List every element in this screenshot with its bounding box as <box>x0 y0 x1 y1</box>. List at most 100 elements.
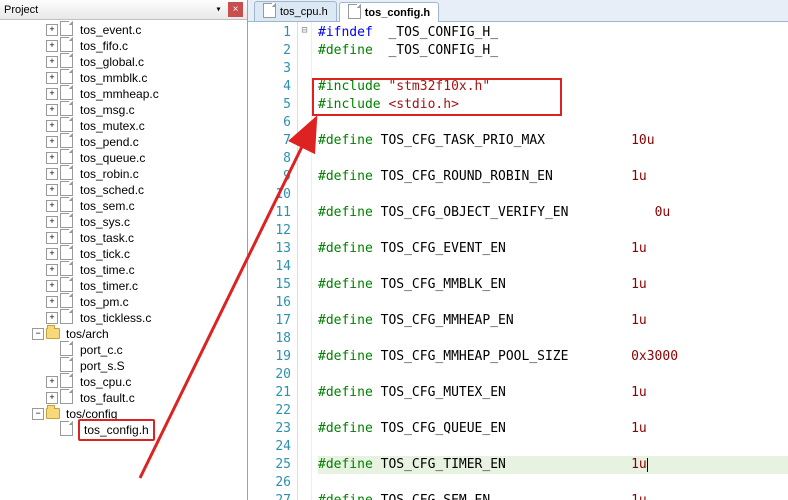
tree-file[interactable]: +tos_pend.c <box>0 134 247 150</box>
code-line[interactable]: #define TOS_CFG_TIMER_EN 1u <box>318 456 788 474</box>
expand-icon[interactable]: + <box>46 376 58 388</box>
tree-file[interactable]: +tos_global.c <box>0 54 247 70</box>
tree-file[interactable]: port_s.S <box>0 358 247 374</box>
tree-file[interactable]: +tos_event.c <box>0 22 247 38</box>
tree-file[interactable]: +tos_fifo.c <box>0 38 247 54</box>
tree-file[interactable]: +tos_mutex.c <box>0 118 247 134</box>
folder-icon <box>46 408 60 419</box>
expand-icon[interactable]: + <box>46 136 58 148</box>
code-line[interactable]: #define TOS_CFG_TASK_PRIO_MAX 10u <box>318 132 788 150</box>
code-line[interactable] <box>318 294 788 312</box>
tree-file[interactable]: + tos_timer.c <box>0 278 247 294</box>
file-icon <box>60 357 73 372</box>
code-line[interactable] <box>318 186 788 204</box>
tree-file[interactable]: +tos_task.c <box>0 230 247 246</box>
code-token: 1u <box>631 277 647 292</box>
code-line[interactable] <box>318 150 788 168</box>
code-line[interactable] <box>318 60 788 78</box>
fold-spacer <box>298 148 311 166</box>
close-icon[interactable]: × <box>228 2 243 17</box>
expand-icon[interactable]: + <box>46 280 58 292</box>
code-line[interactable] <box>318 258 788 276</box>
expand-icon[interactable]: + <box>46 312 58 324</box>
expand-icon[interactable]: + <box>46 248 58 260</box>
expand-icon[interactable]: + <box>46 152 58 164</box>
code-line[interactable]: #define TOS_CFG_EVENT_EN 1u <box>318 240 788 258</box>
expand-icon[interactable]: + <box>46 296 58 308</box>
code-line[interactable] <box>318 330 788 348</box>
expand-icon[interactable]: + <box>46 392 58 404</box>
expand-icon[interactable]: + <box>46 56 58 68</box>
pin-icon[interactable]: ▾ <box>211 2 226 17</box>
tree-file[interactable]: +tos_mmheap.c <box>0 86 247 102</box>
code-body[interactable]: #ifndef _TOS_CONFIG_H_#define _TOS_CONFI… <box>312 22 788 500</box>
code-line[interactable]: #define TOS_CFG_SEM_EN 1u <box>318 492 788 500</box>
fold-spacer <box>298 364 311 382</box>
code-line[interactable]: #define TOS_CFG_OBJECT_VERIFY_EN 0u <box>318 204 788 222</box>
expand-icon[interactable]: + <box>46 264 58 276</box>
tree-file[interactable]: +tos_sched.c <box>0 182 247 198</box>
tree-item-label: tos_timer.c <box>78 278 140 294</box>
code-editor[interactable]: 1234567891011121314151617181920212223242… <box>248 22 788 500</box>
code-token: TOS_CFG_EVENT_EN <box>373 241 631 256</box>
code-token: _TOS_CONFIG_H_ <box>373 43 498 58</box>
expand-icon[interactable]: + <box>46 104 58 116</box>
expand-icon[interactable]: + <box>46 216 58 228</box>
collapse-icon[interactable]: − <box>32 328 44 340</box>
code-line[interactable] <box>318 222 788 240</box>
code-line[interactable]: #define TOS_CFG_ROUND_ROBIN_EN 1u <box>318 168 788 186</box>
tree-file[interactable]: +tos_sys.c <box>0 214 247 230</box>
collapse-icon[interactable]: − <box>32 408 44 420</box>
tree-file[interactable]: + tos_msg.c <box>0 102 247 118</box>
expand-icon[interactable]: + <box>46 184 58 196</box>
code-line[interactable]: #define _TOS_CONFIG_H_ <box>318 42 788 60</box>
tree-file[interactable]: +tos_sem.c <box>0 198 247 214</box>
file-icon <box>60 389 73 404</box>
tree-file[interactable]: +tos_tick.c <box>0 246 247 262</box>
expand-icon[interactable]: + <box>46 40 58 52</box>
expand-icon[interactable]: + <box>46 200 58 212</box>
code-line[interactable] <box>318 402 788 420</box>
file-icon <box>60 293 73 308</box>
code-line[interactable]: #include <stdio.h> <box>318 96 788 114</box>
fold-spacer <box>298 400 311 418</box>
tree-file[interactable]: +tos_mmblk.c <box>0 70 247 86</box>
code-token: 1u <box>631 169 647 184</box>
project-tree[interactable]: +tos_event.c+tos_fifo.c+tos_global.c+tos… <box>0 20 247 500</box>
expand-icon[interactable]: + <box>46 72 58 84</box>
code-line[interactable]: #include "stm32f10x.h" <box>318 78 788 96</box>
code-line[interactable] <box>318 114 788 132</box>
fold-spacer <box>298 130 311 148</box>
tree-folder[interactable]: −tos/arch <box>0 326 247 342</box>
code-line[interactable]: #define TOS_CFG_MMBLK_EN 1u <box>318 276 788 294</box>
editor-tab[interactable]: tos_cpu.h <box>254 1 337 21</box>
code-line[interactable] <box>318 366 788 384</box>
tree-file[interactable]: + tos_cpu.c <box>0 374 247 390</box>
tree-file[interactable]: port_c.c <box>0 342 247 358</box>
expand-icon[interactable]: + <box>46 88 58 100</box>
expand-icon[interactable]: + <box>46 24 58 36</box>
expand-icon[interactable]: + <box>46 168 58 180</box>
code-line[interactable]: #define TOS_CFG_QUEUE_EN 1u <box>318 420 788 438</box>
line-number: 6 <box>248 114 291 132</box>
tree-file[interactable]: +tos_robin.c <box>0 166 247 182</box>
tree-file[interactable]: +tos_tickless.c <box>0 310 247 326</box>
editor-tab[interactable]: tos_config.h <box>339 2 439 22</box>
code-line[interactable]: #define TOS_CFG_MUTEX_EN 1u <box>318 384 788 402</box>
code-line[interactable] <box>318 438 788 456</box>
expand-icon[interactable]: + <box>46 120 58 132</box>
code-line[interactable]: #define TOS_CFG_MMHEAP_POOL_SIZE 0x3000 <box>318 348 788 366</box>
tree-file[interactable]: tos_config.h <box>0 422 247 438</box>
tree-file[interactable]: +tos_fault.c <box>0 390 247 406</box>
tree-file[interactable]: +tos_pm.c <box>0 294 247 310</box>
tree-file[interactable]: +tos_time.c <box>0 262 247 278</box>
line-number: 21 <box>248 384 291 402</box>
tree-item-label: tos_cpu.c <box>78 374 133 390</box>
tree-file[interactable]: +tos_queue.c <box>0 150 247 166</box>
code-line[interactable] <box>318 474 788 492</box>
code-line[interactable]: #define TOS_CFG_MMHEAP_EN 1u <box>318 312 788 330</box>
fold-toggle-icon[interactable]: ⊟ <box>298 22 311 40</box>
code-line[interactable]: #ifndef _TOS_CONFIG_H_ <box>318 24 788 42</box>
tree-item-label: tos_msg.c <box>78 102 137 118</box>
expand-icon[interactable]: + <box>46 232 58 244</box>
